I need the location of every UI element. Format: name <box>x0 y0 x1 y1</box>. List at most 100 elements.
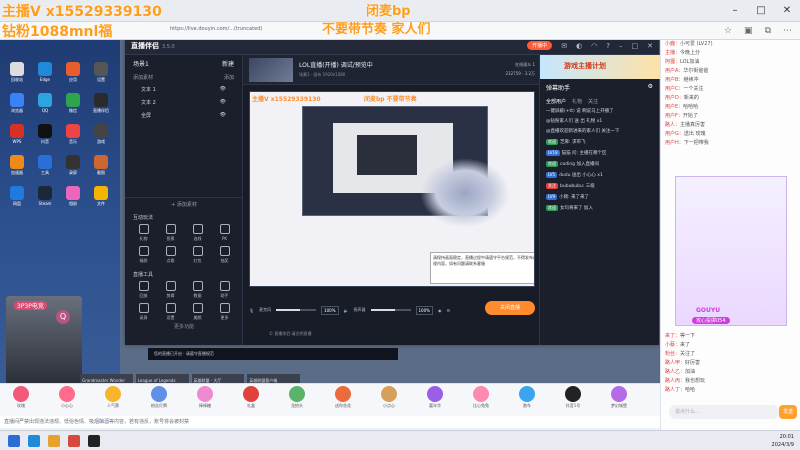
sidebar-chat-user[interactable]: 用户B： <box>665 77 683 83</box>
url-text[interactable]: https://live.douyin.com/...(truncated) <box>170 26 370 36</box>
sidebar-chat-user[interactable]: 来了： <box>665 333 680 339</box>
edge-icon[interactable] <box>28 435 40 447</box>
tool-button[interactable]: 福袋 <box>130 246 157 264</box>
chat-input[interactable]: 说点什么... <box>669 405 779 419</box>
app-icon[interactable] <box>68 435 80 447</box>
gift-item[interactable]: 人气票 <box>98 386 128 409</box>
desktop-icon[interactable]: WPS <box>4 124 30 150</box>
sidebar-chat-line[interactable]: 用户A：华尔街爸爸 <box>661 67 800 76</box>
chat-message[interactable]: LV9 小刚: 来了来了 <box>540 192 659 203</box>
camera-icon[interactable]: ◉ <box>438 308 442 313</box>
desktop-icon[interactable]: 截图 <box>88 155 114 181</box>
desktop-icon[interactable]: 录屏 <box>60 155 86 181</box>
add-source-button[interactable]: + 添加素材 <box>125 197 243 208</box>
desktop-icon[interactable]: 网盘 <box>4 186 30 212</box>
scene-title[interactable]: 场景1 <box>133 59 149 68</box>
mic-volume-value[interactable]: 100% <box>321 305 339 315</box>
tool-button[interactable]: 更多 <box>211 303 238 321</box>
sidebar-chat-line[interactable]: 用户D：新来的 <box>661 94 800 103</box>
desktop-icon[interactable]: 游戏 <box>88 124 114 150</box>
sidebar-chat-user[interactable]: 用户G： <box>665 131 684 137</box>
stop-live-button[interactable]: 关闭直播 <box>485 301 535 315</box>
settings-icon[interactable]: ⚙ <box>446 308 450 313</box>
sidebar-chat-line[interactable]: 粉丝：关注了 <box>661 350 800 359</box>
chat-message[interactable]: 一键屏蔽(+tt) 说 啊说马上开播了 <box>540 107 659 117</box>
desktop-icon[interactable]: Steam <box>32 186 58 212</box>
gift-item[interactable]: 嘉年华 <box>420 386 450 409</box>
address-bar[interactable]: https://live.douyin.com/...(truncated) ☆… <box>0 22 800 40</box>
desktop-icon[interactable]: 应用 <box>60 62 86 88</box>
featured-card[interactable]: GOUYU 攻心投掷054 <box>675 176 787 326</box>
mic-icon[interactable]: 🎙 <box>249 308 254 313</box>
panel-settings-icon[interactable]: ⚙ <box>648 83 653 92</box>
sidebar-chat-user[interactable]: 用户A： <box>665 68 683 74</box>
sidebar-chat-line[interactable]: 来了：等一下 <box>661 332 800 341</box>
explorer-icon[interactable] <box>48 435 60 447</box>
sidebar-chat-user[interactable]: 路人甲： <box>665 360 685 366</box>
headset-icon[interactable]: ◠ <box>591 42 597 50</box>
source-item[interactable]: 文本 2 👁 <box>125 96 242 109</box>
sidebar-chat-user[interactable]: 阿狸： <box>665 59 680 65</box>
promo-banner[interactable]: 游戏主播计划 <box>540 55 660 79</box>
gift-item[interactable]: 小心心 <box>52 386 82 409</box>
speaker-volume-value[interactable]: 100% <box>415 305 433 315</box>
tool-button[interactable]: 美颜 <box>184 303 211 321</box>
sidebar-chat-user[interactable]: 用户H： <box>665 140 684 146</box>
chat-message[interactable]: 欢迎 coding 加入直播间 <box>540 159 659 170</box>
gift-item[interactable]: 送你花花 <box>328 386 358 409</box>
tool-button[interactable]: 助手 <box>211 281 238 299</box>
sidebar-chat-line[interactable]: 路人丁：哈哈 <box>661 386 800 395</box>
danmaku-tab[interactable]: 关注 <box>588 98 598 105</box>
more-functions-button[interactable]: 更多功能 <box>125 323 243 330</box>
sidebar-chat-line[interactable]: 用户G：送出 玫瑰 <box>661 130 800 139</box>
gift-item[interactable]: 礼盒 <box>236 386 266 409</box>
mail-icon[interactable]: ✉ <box>561 42 567 50</box>
desktop-icon[interactable]: Edge <box>32 62 58 88</box>
minimize-icon[interactable]: – <box>619 42 623 50</box>
sidebar-chat-line[interactable]: 用户H：下一把带我 <box>661 139 800 148</box>
minimize-window-button[interactable]: – <box>722 0 748 20</box>
desktop-icon[interactable]: 音乐 <box>60 124 86 150</box>
tool-button[interactable]: 回放 <box>130 281 157 299</box>
maximize-window-button[interactable]: □ <box>748 0 774 20</box>
gift-item[interactable]: 龙抬头 <box>282 386 312 409</box>
gift-item[interactable]: 棒棒糖 <box>190 386 220 409</box>
close-window-button[interactable]: ✕ <box>774 0 800 20</box>
tool-button[interactable]: 数据 <box>184 281 211 299</box>
skin-icon[interactable]: ◐ <box>576 42 582 50</box>
tool-button[interactable]: 录屏 <box>130 303 157 321</box>
desktop-icon[interactable]: QQ <box>32 93 58 119</box>
tool-button[interactable]: 礼物 <box>130 224 157 242</box>
star-icon[interactable]: ☆ <box>724 26 732 36</box>
visibility-icon[interactable]: 👁 <box>220 86 226 93</box>
chat-message[interactable]: 关注 bubububu: 三级 <box>540 181 659 192</box>
sidebar-chat-line[interactable]: 路人甲：好厉害 <box>661 359 800 368</box>
desktop-icon[interactable]: 抖音 <box>32 124 58 150</box>
tool-button[interactable]: PK <box>211 224 238 242</box>
sidebar-chat-user[interactable]: 路人： <box>665 122 680 128</box>
tool-button[interactable]: 红包 <box>184 246 211 264</box>
sidebar-chat-user[interactable]: 用户D： <box>665 95 684 101</box>
source-item[interactable]: 全屏 👁 <box>125 109 242 122</box>
sidebar-chat-line[interactable]: 用户E：哈哈哈 <box>661 103 800 112</box>
tool-button[interactable]: 抽奖 <box>211 246 238 264</box>
preview-thumbnail[interactable] <box>249 58 293 82</box>
desktop-icon[interactable]: 浏览器 <box>4 93 30 119</box>
source-item[interactable]: 文本 1 👁 <box>125 83 242 96</box>
visibility-icon[interactable]: 👁 <box>220 112 226 119</box>
gift-item[interactable]: 抖音1号 <box>558 386 588 409</box>
send-button[interactable]: 发送 <box>779 405 797 419</box>
start-icon[interactable] <box>8 435 20 447</box>
chat-message[interactable]: @钻粉家人们 送 出 礼物 x1 <box>540 117 659 127</box>
danmaku-tab[interactable]: 全部用户 <box>546 98 566 105</box>
speaker-icon[interactable]: 🔈 <box>344 308 349 313</box>
gift-item[interactable]: 小点心 <box>374 386 404 409</box>
sidebar-chat-user[interactable]: 用户C： <box>665 86 684 92</box>
sources-add-button[interactable]: 添加 <box>224 74 234 81</box>
live-status-badge[interactable]: 开播中 <box>527 41 553 50</box>
mic-volume-slider[interactable] <box>276 309 317 311</box>
sidebar-chat-line[interactable]: 阿狸：LOL加油 <box>661 58 800 67</box>
sidebar-chat-user[interactable]: 用户E： <box>665 104 683 110</box>
sidebar-chat-line[interactable]: 小蔡：来了 <box>661 341 800 350</box>
sidebar-chat-user[interactable]: 粉丝： <box>665 351 680 357</box>
